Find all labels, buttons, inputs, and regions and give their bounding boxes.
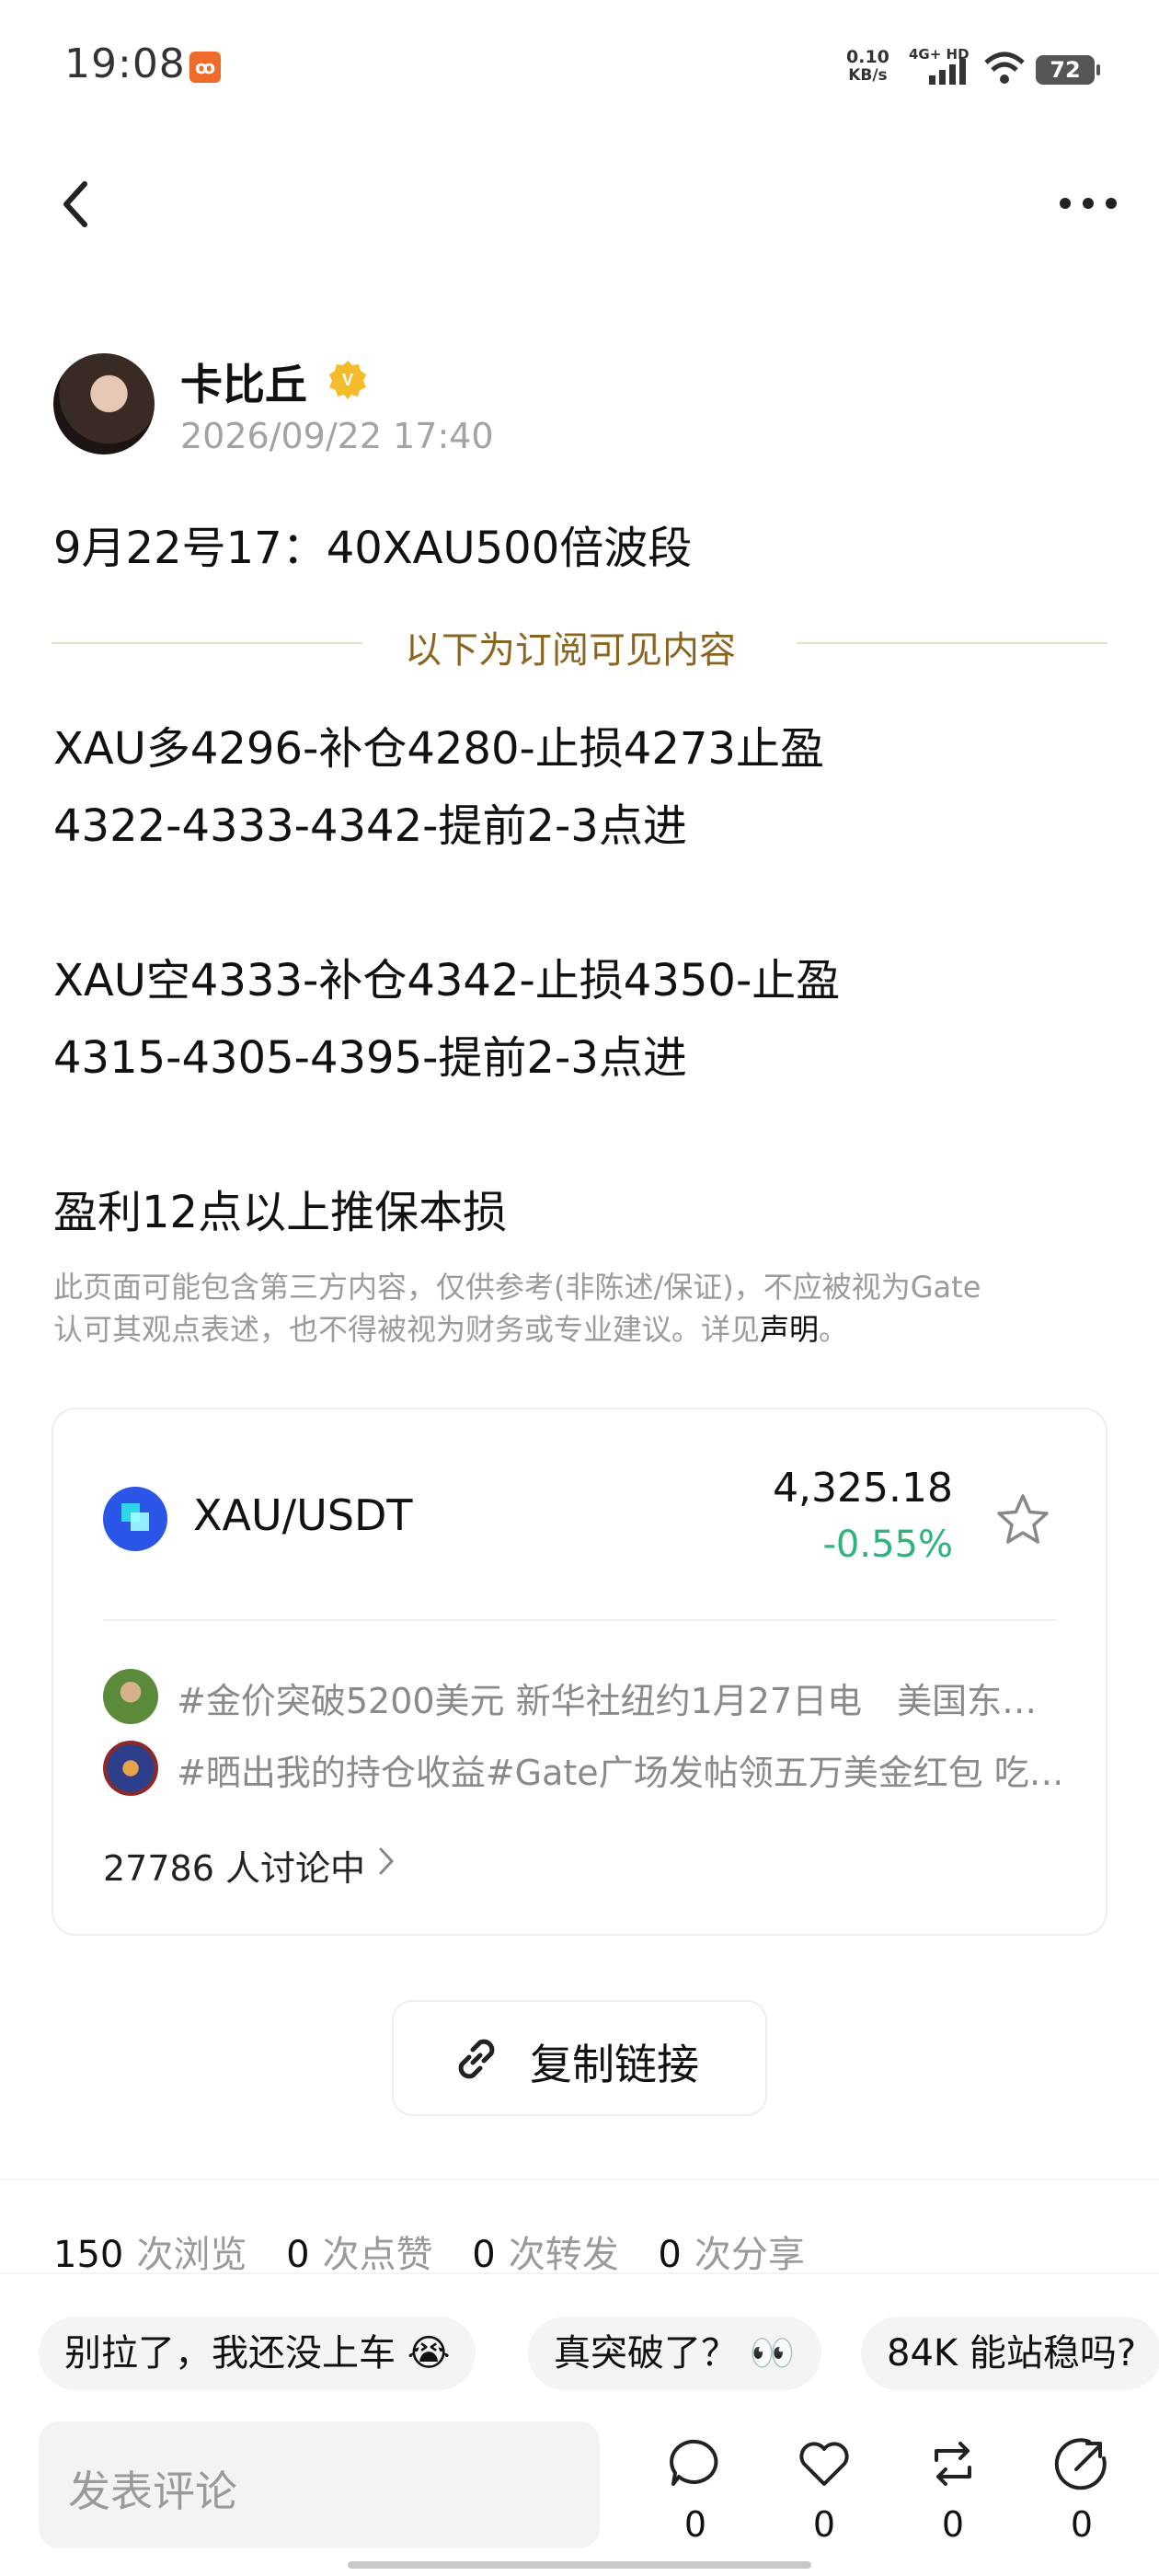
comment-placeholder: 发表评论 [68,2467,237,2516]
card-divider [103,1619,1056,1621]
discussing-count[interactable]: 27786 人讨论中 [103,1840,365,1891]
price: 4,325.18 [773,1465,953,1512]
comment-count: 0 [683,2504,707,2545]
status-time: 19:08 [64,40,186,87]
share-count: 0 [1070,2504,1094,2545]
section-divider [0,2272,1159,2274]
svg-text:V: V [342,371,353,389]
trading-pair[interactable]: XAU/USDT [193,1490,413,1540]
share-icon[interactable] [1052,2434,1111,2493]
wifi-icon [984,52,1025,84]
divider-right [797,642,1107,644]
post-date: 2026/09/22 17:40 [180,416,494,456]
disclaimer-link[interactable]: 声明 [760,1312,819,1347]
body-line: XAU多4296-补仓4280-止损4273止盈 [53,723,824,775]
topic-link[interactable]: #晒出我的持仓收益#Gate广场发帖领五万美金红包 吃… [177,1744,1060,1795]
topic-avatar [103,1669,158,1724]
subscription-divider-label: 以下为订阅可见内容 [405,629,736,672]
more-options-icon[interactable] [1056,190,1120,217]
post-stats: 150 次浏览 0 次点赞 0 次转发 0 次分享 [53,2234,805,2276]
network-speed: 0.10 KB/s [846,47,889,85]
like-count: 0 [812,2504,836,2545]
author-avatar[interactable] [53,353,155,454]
chevron-right-icon[interactable] [375,1846,397,1877]
body-line: 盈利12点以上推保本损 [53,1187,508,1238]
quick-reply-chip[interactable]: 别拉了，我还没上车 😭 [39,2317,476,2390]
favorite-star-icon[interactable] [993,1490,1052,1549]
home-indicator[interactable] [348,2561,811,2569]
signal-icon [929,59,966,85]
body-line: 4315-4305-4395-提前2-3点进 [53,1032,687,1084]
back-icon[interactable] [55,177,96,232]
price-change: -0.55% [822,1524,953,1566]
body-line: 4322-4333-4342-提前2-3点进 [53,800,687,852]
divider-left [52,642,362,644]
repost-icon[interactable] [924,2434,982,2493]
post-body: XAU多4296-补仓4280-止损4273止盈 4322-4333-4342-… [53,710,1102,1251]
disclaimer: 此页面可能包含第三方内容，仅供参考(非陈述/保证)，不应被视为Gate 认可其观… [53,1270,981,1347]
copy-link-label: 复制链接 [530,2040,699,2089]
topic-link[interactable]: #金价突破5200美元 新华社纽约1月27日电 美国东… [177,1673,1060,1723]
link-icon [458,2039,495,2079]
quick-reply-chip[interactable]: 真突破了？ 👀 [528,2317,821,2390]
post-title: 9月22号17：40XAU500倍波段 [53,523,693,574]
battery-icon: 72 [1036,55,1100,85]
app-notification-icon: ꝏ [189,52,221,83]
author-name[interactable]: 卡比丘 [180,351,307,412]
verified-badge-icon: V [329,361,366,399]
repost-count: 0 [941,2504,965,2545]
comment-icon[interactable] [666,2434,725,2493]
body-line [53,865,1102,942]
quick-reply-chip[interactable]: 84K 能站稳吗? [861,2317,1159,2390]
topic-avatar [103,1741,158,1796]
section-divider [0,2179,1159,2180]
body-line: XAU空4333-补仓4342-止损4350-止盈 [53,955,841,1006]
like-heart-icon[interactable] [795,2434,854,2493]
coin-icon [103,1487,167,1551]
body-line [53,1097,1102,1174]
